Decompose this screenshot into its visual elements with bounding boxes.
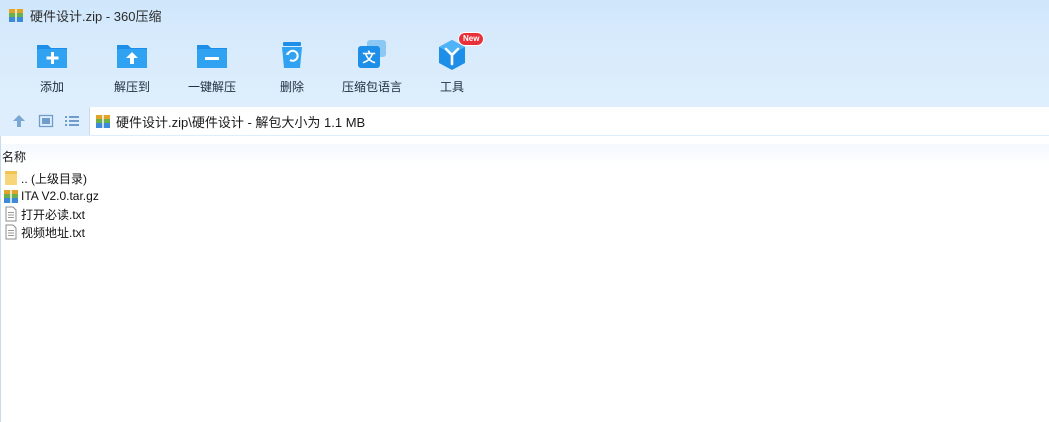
app-window: 硬件设计.zip - 360压缩 添加 解压到 一键解压 删除 文 压缩包语言 … [0, 0, 1049, 422]
toolbar: 添加 解压到 一键解压 删除 文 压缩包语言 New 工具 [0, 30, 1049, 106]
list-item[interactable]: .. (上级目录) [0, 169, 1049, 187]
archive-language-button[interactable]: 文 压缩包语言 [332, 37, 412, 101]
add-folder-icon [37, 45, 67, 68]
column-header-name[interactable]: 名称 [2, 148, 26, 165]
list-item[interactable]: 视频地址.txt [0, 223, 1049, 241]
add-button[interactable]: 添加 [12, 37, 92, 101]
up-arrow-icon[interactable] [11, 113, 27, 129]
archive-icon [4, 190, 18, 203]
extract-to-icon [117, 45, 147, 68]
delete-button[interactable]: 删除 [252, 37, 332, 101]
archive-icon [96, 115, 110, 128]
new-badge: New [458, 32, 485, 46]
thumbnail-view-icon[interactable] [38, 113, 54, 129]
archive-app-icon [9, 9, 23, 22]
list-view-icon[interactable] [64, 113, 80, 129]
address-bar[interactable]: 硬件设计.zip\硬件设计 - 解包大小为 1.1 MB [89, 107, 1049, 135]
tools-button[interactable]: New 工具 [412, 32, 492, 101]
folder-icon [5, 171, 17, 185]
tools-label: 工具 [439, 80, 464, 94]
one-click-extract-icon [197, 45, 227, 68]
language-icon: 文 [358, 40, 386, 68]
extract-to-button[interactable]: 解压到 [92, 37, 172, 101]
address-path: 硬件设计.zip\硬件设计 - 解包大小为 1.1 MB [116, 114, 366, 130]
list-header: 名称 [0, 144, 1049, 166]
list-item[interactable]: 打开必读.txt [0, 205, 1049, 223]
one-click-extract-button[interactable]: 一键解压 [172, 37, 252, 101]
title-bar: 硬件设计.zip - 360压缩 [0, 0, 1049, 30]
file-name: 视频地址.txt [21, 225, 86, 240]
archive-language-label: 压缩包语言 [341, 80, 402, 94]
file-name: ITA V2.0.tar.gz [21, 189, 99, 203]
one-click-extract-label: 一键解压 [187, 80, 236, 94]
navigation-bar: 硬件设计.zip\硬件设计 - 解包大小为 1.1 MB [0, 106, 1049, 136]
text-file-icon [5, 224, 17, 240]
file-list: .. (上级目录) ITA V2.0.tar.gz 打开必读.txt 视频地址.… [0, 169, 1049, 241]
file-name: .. (上级目录) [21, 171, 87, 186]
delete-label: 删除 [279, 80, 304, 94]
extract-to-label: 解压到 [113, 80, 150, 94]
svg-text:文: 文 [362, 50, 376, 66]
left-border [0, 136, 1, 422]
delete-icon [282, 42, 302, 68]
list-item[interactable]: ITA V2.0.tar.gz [0, 187, 1049, 205]
file-name: 打开必读.txt [21, 207, 86, 222]
window-title: 硬件设计.zip - 360压缩 [30, 8, 162, 24]
add-button-label: 添加 [39, 80, 64, 94]
text-file-icon [5, 206, 17, 222]
